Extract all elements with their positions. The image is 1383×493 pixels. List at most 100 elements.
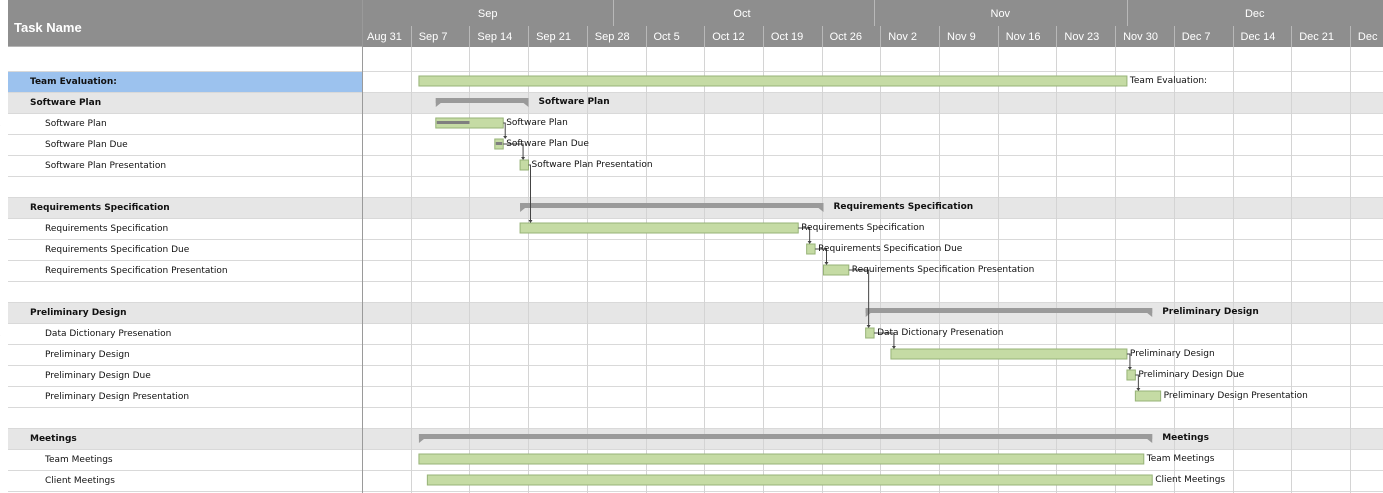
- task-name: Preliminary Design Due: [45, 371, 151, 381]
- task-row[interactable]: Preliminary Design Presentation: [8, 387, 362, 408]
- row-number: 9: [0, 225, 6, 235]
- dependency-link: [528, 164, 531, 222]
- task-bar[interactable]: [418, 75, 1128, 87]
- summary-bar-label: Requirements Specification: [833, 202, 974, 212]
- task-bar-label: Team Evaluation:: [1129, 76, 1208, 86]
- row-number: 4: [0, 330, 6, 340]
- task-name: Client Meetings: [45, 476, 115, 486]
- task-row[interactable]: Client Meetings: [8, 471, 362, 492]
- row-number: 6: [0, 372, 6, 382]
- row-number: 9: [0, 435, 6, 445]
- task-bar[interactable]: [519, 222, 799, 234]
- task-bar[interactable]: [890, 348, 1128, 360]
- task-bar[interactable]: [519, 159, 529, 171]
- task-bar-label: Requirements Specification: [801, 223, 925, 233]
- summary-bar-label: Software Plan: [538, 97, 610, 107]
- task-bar-label: Preliminary Design Due: [1138, 370, 1245, 380]
- row-number: 8: [0, 204, 6, 214]
- summary-bar[interactable]: [520, 203, 824, 208]
- row-number: 4: [0, 120, 6, 130]
- blank-row[interactable]: [8, 51, 362, 72]
- task-bar-label: Software Plan Presentation: [531, 160, 653, 170]
- task-name: Preliminary Design: [45, 350, 130, 360]
- task-name-header-label: Task Name: [14, 20, 82, 35]
- summary-task-row[interactable]: Requirements Specification: [8, 198, 362, 219]
- blank-row[interactable]: [8, 282, 362, 303]
- task-row[interactable]: Requirements Specification Due: [8, 240, 362, 261]
- task-bar-label: Preliminary Design Presentation: [1163, 391, 1308, 401]
- task-name: Software Plan: [45, 119, 107, 129]
- task-row[interactable]: Team Meetings: [8, 450, 362, 471]
- task-bar[interactable]: [426, 474, 1153, 486]
- row-number: 7: [0, 183, 6, 193]
- task-bar-label: Client Meetings: [1155, 475, 1226, 485]
- row-number: 3: [0, 99, 6, 109]
- summary-bar-label: Meetings: [1162, 433, 1209, 443]
- task-name: Requirements Specification: [45, 224, 169, 234]
- blank-row[interactable]: [8, 408, 362, 429]
- row-number: 0: [0, 246, 6, 256]
- task-row[interactable]: Requirements Specification Presentation: [8, 261, 362, 282]
- task-bar-label: Data Dictionary Presenation: [877, 328, 1004, 338]
- blank-row[interactable]: [8, 177, 362, 198]
- task-name: Software Plan: [30, 98, 102, 108]
- summary-bar[interactable]: [865, 308, 1153, 313]
- task-name: Team Evaluation:: [30, 77, 117, 87]
- row-number: 5: [0, 141, 6, 151]
- task-name: Software Plan Due: [45, 140, 128, 150]
- summary-task-row[interactable]: Software Plan: [8, 93, 362, 114]
- row-number: 6: [0, 162, 6, 172]
- row-number: 2: [0, 288, 6, 298]
- task-name: Requirements Specification Presentation: [45, 266, 228, 276]
- row-number: 5: [0, 351, 6, 361]
- task-name-panel: Task Name Team Evaluation: Software Plan S…: [8, 0, 362, 493]
- task-name-header[interactable]: Task Name: [8, 0, 362, 47]
- gantt-chart: Sep Oct Nov Dec Aug 31 Sep 7 Sep 14 Sep 21 Sep 2…: [363, 0, 1383, 493]
- task-row[interactable]: Software Plan Presentation: [8, 156, 362, 177]
- task-name: Software Plan Presentation: [45, 161, 167, 171]
- task-row[interactable]: Team Evaluation:: [8, 72, 362, 93]
- summary-task-row[interactable]: Preliminary Design: [8, 303, 362, 324]
- task-bar-label: Team Meetings: [1146, 454, 1215, 464]
- task-bar-label: Software Plan Due: [506, 139, 589, 149]
- task-progress: [495, 142, 503, 145]
- dependency-link: [848, 269, 870, 327]
- task-row[interactable]: Software Plan: [8, 114, 362, 135]
- row-number-gutter: 1 2 3 4 5 6 7 8 9 0 1 2 3 4 5 6 7 8 9 0 1: [0, 51, 8, 493]
- task-name: Requirements Specification Due: [45, 245, 190, 255]
- summary-bar-label: Preliminary Design: [1162, 307, 1259, 317]
- task-bar[interactable]: [418, 453, 1145, 465]
- row-number: 1: [0, 267, 6, 277]
- row-number: 1: [0, 477, 6, 487]
- task-bar[interactable]: [865, 327, 875, 339]
- task-bar-label: Requirements Specification Due: [818, 244, 963, 254]
- row-number: 3: [0, 309, 6, 319]
- task-row[interactable]: Data Dictionary Presenation: [8, 324, 362, 345]
- task-row[interactable]: Software Plan Due: [8, 135, 362, 156]
- row-number: 1: [0, 57, 6, 67]
- task-bar-label: Software Plan: [506, 118, 568, 128]
- task-name: Meetings: [30, 434, 77, 444]
- task-name: Requirements Specification: [30, 203, 170, 213]
- row-number: 8: [0, 414, 6, 424]
- task-bar[interactable]: [823, 264, 850, 276]
- task-name: Preliminary Design: [30, 308, 127, 318]
- task-row[interactable]: Preliminary Design Due: [8, 366, 362, 387]
- summary-task-row[interactable]: Meetings: [8, 429, 362, 450]
- task-bar-label: Preliminary Design: [1129, 349, 1215, 359]
- row-number: 0: [0, 456, 6, 466]
- summary-bar[interactable]: [435, 98, 529, 103]
- task-name: Preliminary Design Presentation: [45, 392, 190, 402]
- task-bar-label: Requirements Specification Presentation: [851, 265, 1035, 275]
- row-number: 2: [0, 78, 6, 88]
- task-progress: [436, 121, 470, 124]
- task-name: Team Meetings: [45, 455, 113, 465]
- task-row[interactable]: Requirements Specification: [8, 219, 362, 240]
- task-bar[interactable]: [806, 243, 816, 255]
- task-bar[interactable]: [1134, 390, 1162, 402]
- task-name: Data Dictionary Presenation: [45, 329, 172, 339]
- row-number: 7: [0, 393, 6, 403]
- task-row[interactable]: Preliminary Design: [8, 345, 362, 366]
- task-bar[interactable]: [1126, 369, 1136, 381]
- summary-bar[interactable]: [418, 434, 1153, 439]
